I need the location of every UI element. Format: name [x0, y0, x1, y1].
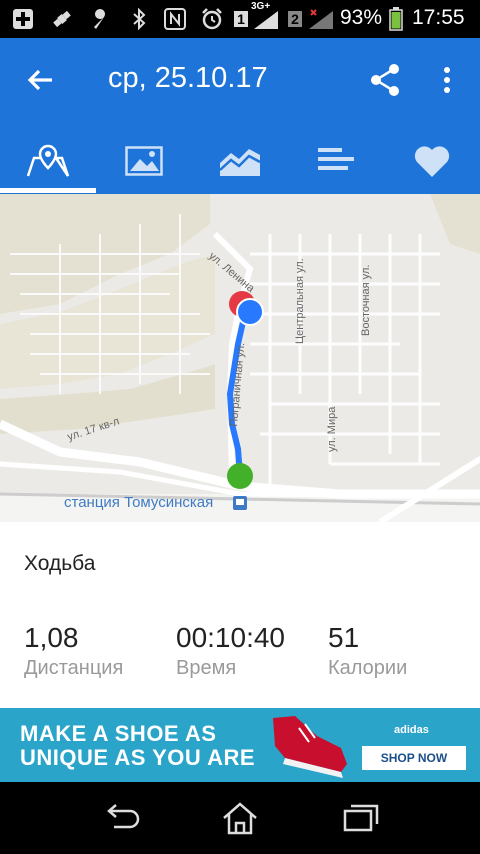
more-options-button[interactable]	[432, 60, 462, 100]
route-map[interactable]: ул. Ленина Центральная ул. Восточная ул.…	[0, 194, 480, 522]
adidas-logo: adidas	[394, 724, 429, 736]
calories-label: Калории	[328, 657, 408, 679]
distance-value: 1,08	[24, 622, 79, 653]
system-nav-bar	[0, 782, 480, 854]
tab-charts[interactable]	[192, 132, 288, 190]
map-label-centralnaya: Центральная ул.	[294, 258, 306, 344]
clock: 17:55	[412, 6, 465, 29]
image-icon	[125, 146, 163, 176]
heart-icon	[414, 146, 450, 177]
home-icon	[223, 802, 257, 835]
tab-splits[interactable]	[288, 132, 384, 190]
satellite-icon	[48, 7, 76, 31]
recents-icon	[343, 804, 379, 832]
tab-heart-rate[interactable]	[384, 132, 480, 190]
add-notification-icon	[10, 7, 36, 31]
wrench-icon	[88, 7, 114, 31]
map-label-vostochnaya: Восточная ул.	[360, 264, 372, 336]
map-label-mira: ул. Мира	[326, 406, 338, 452]
ad-banner[interactable]: MAKE A SHOE AS UNIQUE AS YOU ARE adidas …	[0, 708, 480, 782]
sim1-badge: 1	[232, 7, 250, 31]
calories-value: 51	[328, 622, 360, 653]
tab-photos[interactable]	[96, 132, 192, 190]
activity-type: Ходьба	[24, 552, 96, 575]
nav-back-button[interactable]	[90, 796, 150, 840]
ad-line-2: UNIQUE AS YOU ARE	[20, 745, 256, 770]
arrow-back-icon	[27, 69, 52, 91]
train-station-icon	[233, 496, 247, 510]
ad-headline: MAKE A SHOE AS UNIQUE AS YOU ARE	[20, 722, 255, 770]
area-chart-icon	[219, 149, 261, 176]
nav-recents-button[interactable]	[330, 796, 390, 840]
tab-map[interactable]	[0, 132, 96, 190]
distance-label: Дистанция	[24, 657, 124, 679]
page-title: ср, 25.10.17	[108, 62, 268, 94]
time-value: 00:10:40	[176, 622, 285, 653]
battery-icon	[388, 7, 404, 31]
active-tab-indicator	[0, 188, 96, 193]
battery-percent: 93%	[340, 6, 383, 29]
start-marker	[227, 463, 253, 489]
time-label: Время	[176, 657, 237, 679]
ad-line-1: MAKE A SHOE AS	[20, 721, 217, 746]
signal1-icon: 3G+	[251, 1, 281, 31]
more-vert-icon	[444, 67, 450, 93]
sim2-badge: 2	[286, 7, 304, 31]
map-label-station: станция Томусинская	[64, 494, 214, 511]
nav-back-icon	[107, 804, 140, 829]
bars-icon	[318, 148, 354, 170]
share-icon	[371, 64, 399, 96]
shop-now-button[interactable]: SHOP NOW	[362, 746, 466, 770]
status-bar: 1 3G+ 2 93% 17:55	[0, 0, 480, 38]
sneaker-image	[273, 716, 347, 778]
nfc-icon	[162, 7, 188, 31]
alarm-icon	[199, 7, 225, 31]
back-button[interactable]	[20, 60, 60, 100]
current-position-marker	[236, 298, 264, 326]
signal2-icon	[306, 7, 336, 31]
bluetooth-icon	[130, 7, 148, 31]
nav-home-button[interactable]	[210, 796, 270, 840]
app-bar: ср, 25.10.17	[0, 38, 480, 194]
share-button[interactable]	[365, 60, 405, 100]
workout-summary: Ходьба 1,08 Дистанция 00:10:40 Время 51 …	[0, 522, 480, 708]
map-marker-icon	[26, 144, 70, 177]
